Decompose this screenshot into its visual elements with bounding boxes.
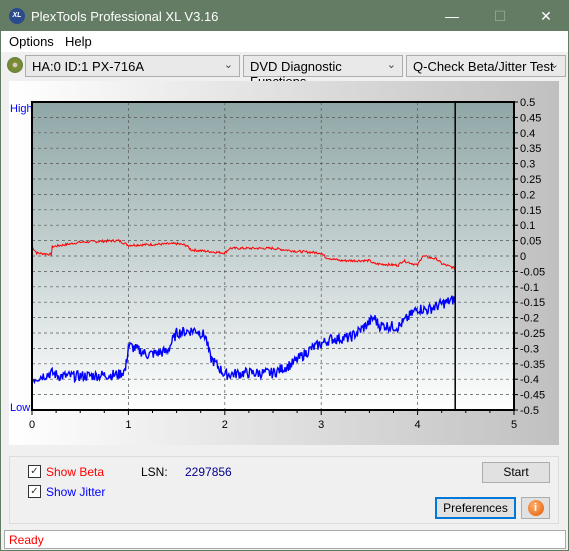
disc-icon — [7, 57, 23, 73]
menu-options[interactable]: Options — [9, 34, 54, 49]
low-label: Low — [10, 402, 30, 414]
y-tick-label: -0.45 — [520, 390, 545, 402]
chevron-down-icon: ⌄ — [549, 59, 559, 71]
y-tick-label: 0.2 — [520, 189, 535, 201]
close-button[interactable]: ✕ — [531, 5, 561, 27]
y-tick-label: 0.05 — [520, 236, 541, 248]
y-tick-label: 0.3 — [520, 159, 535, 171]
window-title: PlexTools Professional XL V3.16 — [31, 9, 219, 24]
y-tick-label: 0.35 — [520, 143, 541, 155]
lsn-value: 2297856 — [185, 465, 232, 479]
x-tick-label: 4 — [415, 419, 421, 431]
menu-help[interactable]: Help — [65, 34, 92, 49]
y-tick-label: -0.15 — [520, 297, 545, 309]
y-tick-label: -0.4 — [520, 374, 539, 386]
title-bar: XL PlexTools Professional XL V3.16 — ☐ ✕ — [1, 1, 568, 31]
y-tick-label: 0.1 — [520, 220, 535, 232]
y-tick-label: 0.25 — [520, 174, 541, 186]
chevron-down-icon: ⌄ — [223, 59, 233, 71]
lsn-label: LSN: — [141, 465, 168, 479]
menu-bar: Options Help — [1, 31, 568, 52]
y-tick-label: 0.4 — [520, 128, 535, 140]
y-tick-label: 0 — [520, 251, 526, 263]
show-beta-label[interactable]: Show Beta — [46, 465, 104, 479]
start-button[interactable]: Start — [482, 462, 550, 483]
test-value: Q-Check Beta/Jitter Test — [413, 59, 554, 74]
x-tick-label: 2 — [222, 419, 228, 431]
app-logo-icon: XL — [9, 8, 25, 24]
drive-value: HA:0 ID:1 PX-716A — [32, 59, 144, 74]
maximize-button[interactable]: ☐ — [485, 5, 515, 27]
high-label: High — [10, 103, 33, 115]
show-jitter-checkbox[interactable]: ✓ — [28, 485, 41, 498]
x-tick-label: 3 — [318, 419, 324, 431]
controls-panel: ✓ Show Beta ✓ Show Jitter LSN: 2297856 S… — [9, 456, 559, 524]
function-select[interactable]: DVD Diagnostic Functions⌄ — [243, 55, 403, 89]
y-tick-label: -0.3 — [520, 343, 539, 355]
drive-select[interactable]: HA:0 ID:1 PX-716A ⌄ — [25, 55, 240, 77]
test-select[interactable]: Q-Check Beta/Jitter Test ⌄ — [406, 55, 566, 77]
x-tick-label: 0 — [29, 419, 35, 431]
y-tick-label: 0.45 — [520, 112, 541, 124]
y-tick-label: -0.5 — [520, 405, 539, 417]
beta-jitter-chart: 0.5 0.45 0.4 0.35 0.3 0.25 0.2 0.15 0.1 0.05 0 -0.0… — [10, 97, 545, 431]
info-button[interactable]: i — [521, 497, 550, 519]
y-tick-label: 0.5 — [520, 97, 535, 109]
chart-panel: 0.5 0.45 0.4 0.35 0.3 0.25 0.2 0.15 0.1 0.05 0 -0.0… — [9, 81, 559, 445]
show-beta-checkbox[interactable]: ✓ — [28, 465, 41, 478]
status-bar: Ready — [4, 530, 566, 549]
show-jitter-label[interactable]: Show Jitter — [46, 485, 105, 499]
y-tick-label: 0.15 — [520, 205, 541, 217]
x-tick-label: 1 — [125, 419, 131, 431]
info-icon: i — [527, 500, 544, 516]
toolbar: HA:0 ID:1 PX-716A ⌄ DVD Diagnostic Functi… — [1, 52, 568, 89]
y-tick-label: -0.05 — [520, 266, 545, 278]
x-tick-label: 5 — [511, 419, 517, 431]
y-tick-label: -0.25 — [520, 328, 545, 340]
preferences-button[interactable]: Preferences — [435, 497, 516, 519]
minimize-button[interactable]: — — [437, 5, 467, 27]
y-tick-label: -0.2 — [520, 313, 539, 325]
y-tick-label: -0.1 — [520, 282, 539, 294]
y-tick-label: -0.35 — [520, 359, 545, 371]
chevron-down-icon: ⌄ — [386, 59, 396, 71]
